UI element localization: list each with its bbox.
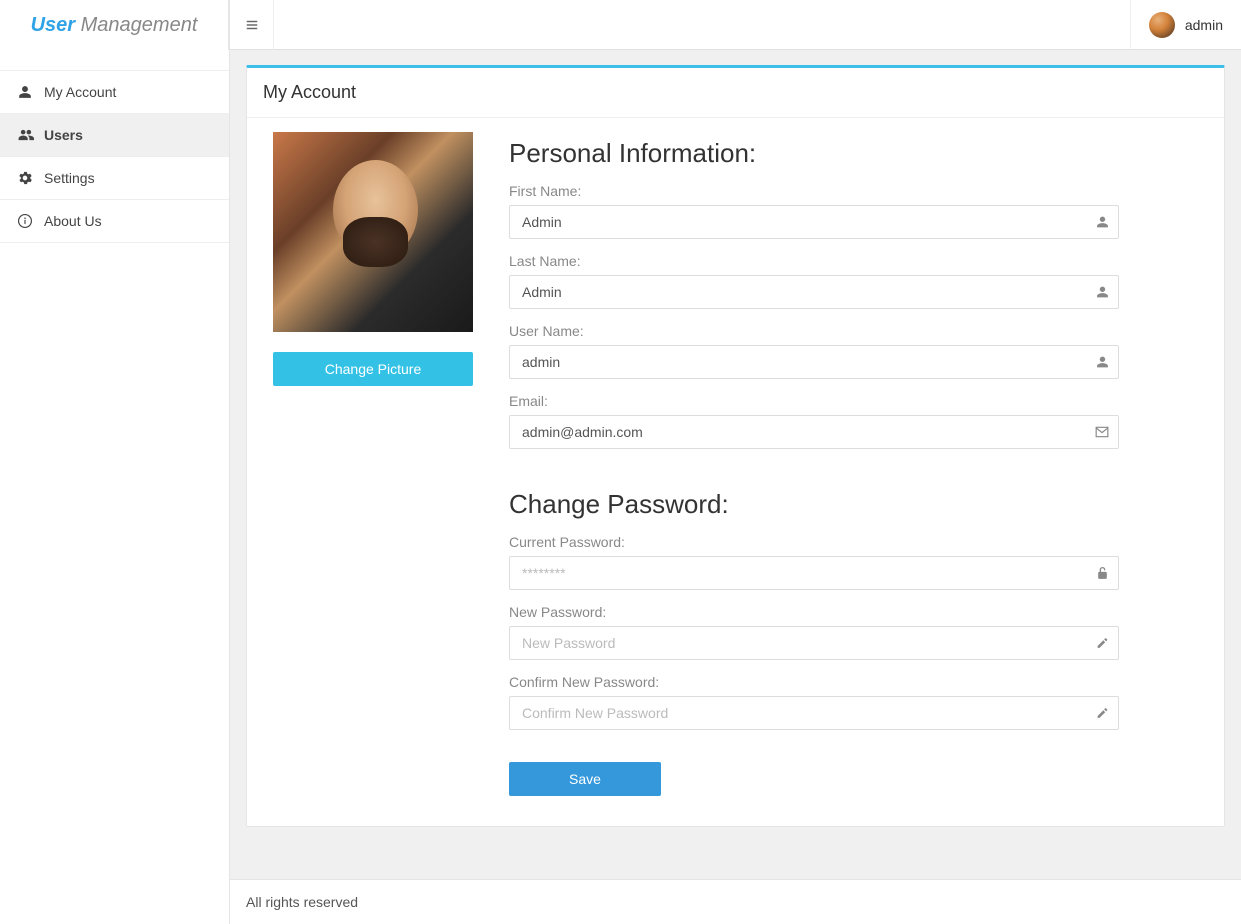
confirm-password-input[interactable]	[509, 696, 1119, 730]
sidebar-item-about-us[interactable]: About Us	[0, 200, 229, 243]
section-title-password: Change Password:	[509, 489, 1119, 520]
first-name-label: First Name:	[509, 183, 1119, 199]
panel-title: My Account	[247, 68, 1224, 118]
logo-text-right: Management	[81, 14, 198, 36]
email-input[interactable]	[509, 415, 1119, 449]
avatar	[1149, 12, 1175, 38]
user-name-input[interactable]	[509, 345, 1119, 379]
last-name-label: Last Name:	[509, 253, 1119, 269]
profile-picture	[273, 132, 473, 332]
save-button[interactable]: Save	[509, 762, 661, 796]
sidebar-item-label: Settings	[44, 170, 95, 186]
last-name-input[interactable]	[509, 275, 1119, 309]
email-label: Email:	[509, 393, 1119, 409]
confirm-password-label: Confirm New Password:	[509, 674, 1119, 690]
first-name-input[interactable]	[509, 205, 1119, 239]
sidebar-item-label: Users	[44, 127, 83, 143]
current-password-label: Current Password:	[509, 534, 1119, 550]
new-password-input[interactable]	[509, 626, 1119, 660]
sidebar-item-my-account[interactable]: My Account	[0, 71, 229, 114]
footer: All rights reserved	[230, 879, 1241, 924]
sidebar-item-users[interactable]: Users	[0, 114, 229, 157]
footer-text: All rights reserved	[246, 894, 358, 910]
logo-text-left: User	[31, 14, 75, 36]
user-menu[interactable]: admin	[1130, 0, 1241, 50]
section-title-personal: Personal Information:	[509, 138, 1119, 169]
users-icon	[18, 128, 40, 142]
sidebar-item-label: About Us	[44, 213, 102, 229]
sidebar-nav: My Account Users Settings About Us	[0, 70, 229, 243]
topbar: admin	[230, 0, 1241, 50]
new-password-label: New Password:	[509, 604, 1119, 620]
current-password-input[interactable]	[509, 556, 1119, 590]
info-icon	[18, 214, 40, 228]
sidebar-item-settings[interactable]: Settings	[0, 157, 229, 200]
user-name-label: User Name:	[509, 323, 1119, 339]
content: My Account Change Picture Personal Infor…	[230, 50, 1241, 879]
sidebar-item-label: My Account	[44, 84, 116, 100]
change-picture-button[interactable]: Change Picture	[273, 352, 473, 386]
sidebar: User Management My Account Users	[0, 0, 230, 924]
username-label: admin	[1185, 17, 1223, 33]
sidebar-toggle-button[interactable]	[230, 0, 274, 50]
hamburger-icon	[245, 18, 259, 32]
panel-my-account: My Account Change Picture Personal Infor…	[246, 65, 1225, 827]
user-icon	[18, 85, 40, 99]
gear-icon	[18, 171, 40, 185]
logo[interactable]: User Management	[0, 0, 229, 50]
